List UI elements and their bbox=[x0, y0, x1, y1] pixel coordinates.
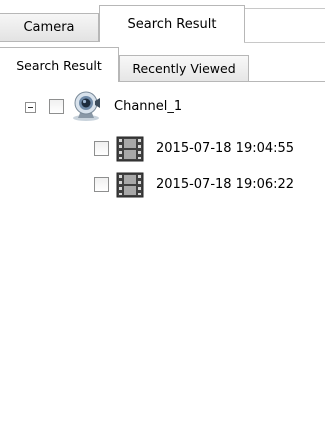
top-tab-bar: Camera Search Result bbox=[0, 0, 325, 43]
search-result-tree: Channel_1 2015-07-18 19:04:55 2015-07-18… bbox=[0, 86, 325, 444]
film-icon bbox=[116, 172, 144, 201]
tab-camera-label: Camera bbox=[23, 20, 75, 35]
tab-bar-filler bbox=[244, 8, 325, 43]
recording-checkbox[interactable] bbox=[94, 141, 109, 156]
recording-label[interactable]: 2015-07-18 19:06:22 bbox=[156, 177, 294, 192]
webcam-icon bbox=[69, 91, 105, 124]
tab-search-result-label: Search Result bbox=[127, 16, 217, 32]
subtab-recently-viewed-label: Recently Viewed bbox=[132, 61, 236, 76]
recording-label[interactable]: 2015-07-18 19:04:55 bbox=[156, 141, 294, 156]
sub-tab-bar: Search Result Recently Viewed bbox=[0, 47, 325, 83]
tab-search-result[interactable]: Search Result bbox=[99, 5, 245, 42]
subtab-recently-viewed[interactable]: Recently Viewed bbox=[119, 55, 249, 82]
subtab-search-result-label: Search Result bbox=[16, 57, 102, 73]
sub-tab-divider bbox=[249, 81, 325, 82]
film-icon bbox=[116, 136, 144, 165]
recording-checkbox[interactable] bbox=[94, 177, 109, 192]
subtab-search-result[interactable]: Search Result bbox=[0, 47, 119, 82]
channel-label[interactable]: Channel_1 bbox=[114, 99, 182, 114]
channel-checkbox[interactable] bbox=[49, 99, 64, 114]
collapse-toggle-icon[interactable] bbox=[25, 102, 36, 113]
tab-camera[interactable]: Camera bbox=[0, 13, 99, 42]
